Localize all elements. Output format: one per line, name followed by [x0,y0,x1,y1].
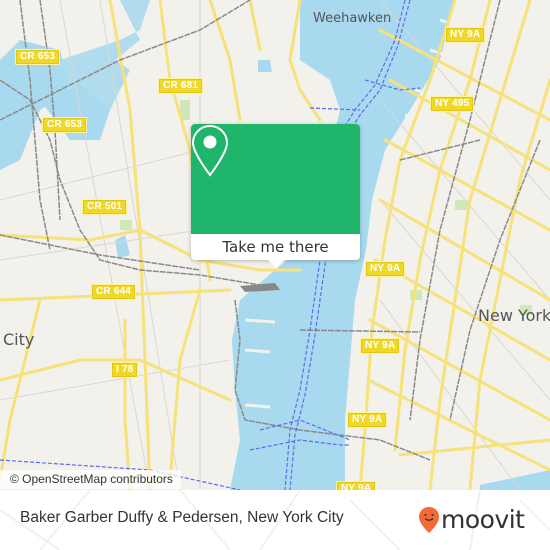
moovit-pin-icon [419,507,439,533]
road-shield-ny9a: NY 9A [365,261,406,277]
place-title: Baker Garber Duffy & Pedersen, New York … [20,509,344,526]
road-shield-ny495: NY 495 [430,96,475,112]
destination-popup: Take me there [191,124,360,268]
map[interactable]: Weehawken New York City CR 653 CR 653 CR… [0,0,550,490]
road-shield-ny9a: NY 9A [347,412,388,428]
place-label-weehawken: Weehawken [313,11,392,26]
take-me-there-button[interactable]: Take me there [191,234,360,260]
road-shield-cr644: CR 644 [91,284,137,300]
place-label-new-york: New York [478,306,550,325]
road-shield-cr653: CR 653 [42,117,88,133]
map-attribution[interactable]: © OpenStreetMap contributors [0,470,181,489]
pond [115,235,130,258]
popup-pointer [267,259,285,268]
popup-header [191,124,360,234]
moovit-logo[interactable]: moovit [418,505,525,535]
place-label-city: City [3,330,35,349]
pond-2 [258,60,272,72]
map-pin-icon [191,124,229,177]
road-shield-cr653: CR 653 [15,49,61,65]
road-shield-cr501: CR 501 [82,199,128,215]
road-shield-ny9a: NY 9A [445,27,486,43]
road-shield-cr681: CR 681 [158,78,204,94]
moovit-wordmark: moovit [441,505,525,534]
road-shield-i78: I 78 [111,362,139,378]
road-shield-ny9a: NY 9A [336,481,377,490]
east-water [480,470,550,490]
road-shield-ny9a: NY 9A [360,338,401,354]
